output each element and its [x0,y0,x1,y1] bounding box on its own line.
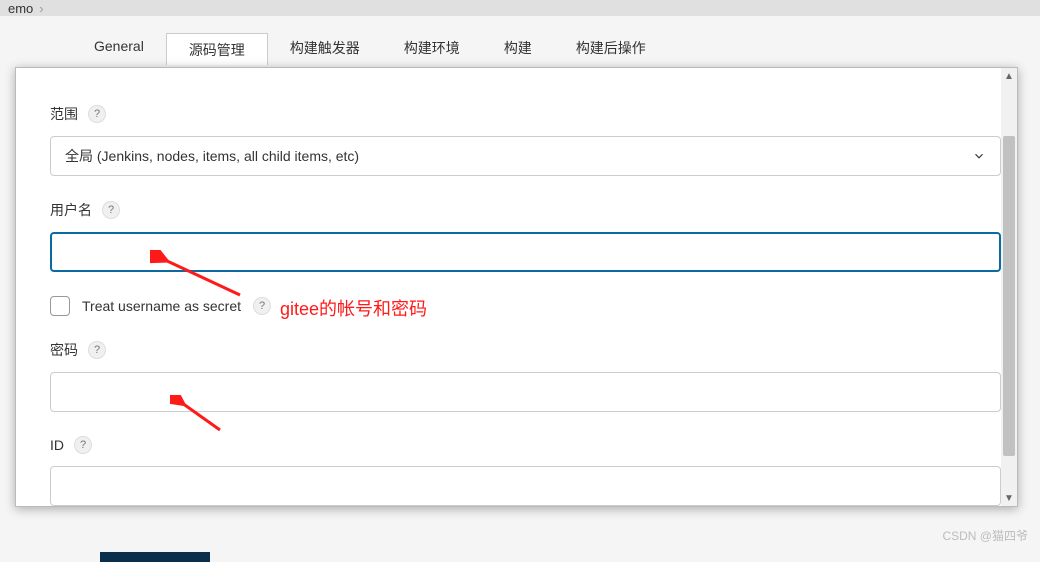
tab-bar: General 源码管理 构建触发器 构建环境 构建 构建后操作 [72,32,1024,64]
id-input[interactable] [50,466,1001,506]
primary-action-button[interactable] [100,552,210,562]
tab-build-triggers[interactable]: 构建触发器 [268,32,382,64]
page-background: General 源码管理 构建触发器 构建环境 构建 构建后操作 范围 ? 全局… [0,16,1040,562]
tab-build-env[interactable]: 构建环境 [382,32,482,64]
help-icon[interactable]: ? [253,297,271,315]
dialog-body: 范围 ? 全局 (Jenkins, nodes, items, all chil… [16,68,1017,506]
credentials-dialog: 范围 ? 全局 (Jenkins, nodes, items, all chil… [15,67,1018,507]
scope-select[interactable]: 全局 (Jenkins, nodes, items, all child ite… [50,136,1001,176]
id-label: ID [50,437,64,453]
scroll-down-icon[interactable]: ▼ [1001,490,1017,506]
treat-secret-checkbox[interactable] [50,296,70,316]
tab-post-build[interactable]: 构建后操作 [554,32,668,64]
username-label: 用户名 [50,200,92,220]
password-field: 密码 ? [50,340,1001,412]
scroll-up-icon[interactable]: ▲ [1001,68,1017,84]
help-icon[interactable]: ? [88,105,106,123]
scrollbar-track[interactable]: ▲ ▼ [1001,68,1017,506]
treat-secret-row: Treat username as secret ? [50,296,1001,316]
tab-build[interactable]: 构建 [482,32,554,64]
tab-scm[interactable]: 源码管理 [166,33,268,65]
scope-field: 范围 ? 全局 (Jenkins, nodes, items, all chil… [50,104,1001,176]
chevron-down-icon [972,149,986,163]
id-field: ID ? [50,436,1001,506]
username-field: 用户名 ? [50,200,1001,272]
scrollbar-thumb[interactable] [1003,136,1015,456]
breadcrumb: emo › [0,0,52,16]
password-label: 密码 [50,340,78,360]
breadcrumb-item[interactable]: emo [8,1,33,16]
tab-general[interactable]: General [72,32,166,64]
password-input[interactable] [50,372,1001,412]
username-input[interactable] [50,232,1001,272]
scope-label: 范围 [50,104,78,124]
help-icon[interactable]: ? [74,436,92,454]
help-icon[interactable]: ? [102,201,120,219]
help-icon[interactable]: ? [88,341,106,359]
treat-secret-label: Treat username as secret [82,298,241,314]
breadcrumb-separator: › [39,1,43,16]
scope-selected-value: 全局 (Jenkins, nodes, items, all child ite… [65,146,359,166]
